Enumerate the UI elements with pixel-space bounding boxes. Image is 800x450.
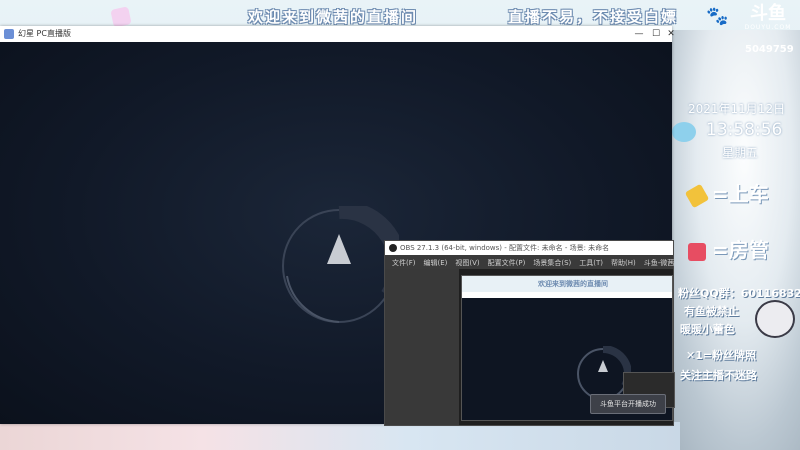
fan-line: 有鱼被禁止: [684, 305, 739, 318]
douyu-logo-sub: DOUYU.COM: [744, 24, 792, 31]
app-icon: [4, 29, 14, 39]
menu-help[interactable]: 帮助(H): [607, 255, 640, 269]
nested-banner: 欢迎来到微茜的直播间: [462, 276, 672, 292]
stream-success-toast: 斗鱼平台开播成功: [590, 394, 666, 414]
menu-file[interactable]: 文件(F): [388, 255, 420, 269]
loading-spinner-icon: [282, 206, 399, 323]
paw-icon: 🐾: [706, 6, 729, 27]
menu-scene-collection[interactable]: 场景集合(S): [529, 255, 575, 269]
fan-group-line: 粉丝QQ群：601168329: [678, 287, 800, 300]
notice-banner-text: 直播不易，不接受白嫖: [508, 8, 679, 26]
nested-banner-text: 欢迎来到微茜的直播间: [538, 280, 608, 288]
maximize-button[interactable]: ☐: [649, 27, 663, 41]
close-button[interactable]: ✕: [664, 27, 678, 41]
fan-line: 暖暖小蕾色: [680, 323, 735, 336]
sticker-icon: [110, 6, 132, 28]
obs-logo-icon: [389, 244, 397, 252]
menu-edit[interactable]: 编辑(E): [420, 255, 452, 269]
date-display: 2021年11月12日: [688, 102, 786, 116]
obs-side-panel: [385, 269, 459, 425]
follow-line: 关注主播不迷路: [680, 369, 757, 382]
cat-sticker-icon: [672, 122, 696, 142]
douyu-logo: 斗鱼 DOUYU.COM: [742, 4, 794, 44]
obs-menubar: 文件(F) 编辑(E) 视图(V) 配置文件(P) 场景集合(S) 工具(T) …: [385, 255, 674, 269]
menu-tools[interactable]: 工具(T): [575, 255, 607, 269]
gift-label: =上车: [712, 182, 769, 206]
weekday-display: 星期五: [722, 146, 759, 160]
gift-row-moderator: =房管: [688, 234, 769, 263]
menu-view[interactable]: 视图(V): [451, 255, 483, 269]
welcome-banner-text: 欢迎来到微茜的直播间: [248, 8, 419, 26]
gift-label: =房管: [712, 238, 769, 262]
chibi-avatar-icon: [755, 300, 795, 338]
gift-row-passenger: =上车: [684, 178, 769, 208]
app-titlebar[interactable]: 幻星 PC直播版 — ☐ ✕: [0, 26, 675, 42]
menu-douyu[interactable]: 斗鱼-微茜: [640, 255, 679, 269]
room-id: 5049759: [745, 44, 794, 55]
douyu-logo-text: 斗鱼: [750, 3, 786, 24]
time-display: 13:58:56: [706, 120, 783, 140]
app-title: 幻星 PC直播版: [18, 29, 71, 38]
rocket-icon: [688, 242, 706, 261]
obs-title: OBS 27.1.3 (64-bit, windows) - 配置文件: 未命名…: [400, 244, 610, 252]
fan-badge-line: ✕1=粉丝牌照: [686, 349, 757, 362]
menu-profile[interactable]: 配置文件(P): [484, 255, 530, 269]
obs-titlebar[interactable]: OBS 27.1.3 (64-bit, windows) - 配置文件: 未命名…: [385, 241, 673, 255]
nested-titlebar: [462, 292, 672, 298]
minimize-button[interactable]: —: [632, 27, 646, 41]
background-floor: [0, 422, 680, 450]
gold-bar-icon: [684, 183, 710, 208]
